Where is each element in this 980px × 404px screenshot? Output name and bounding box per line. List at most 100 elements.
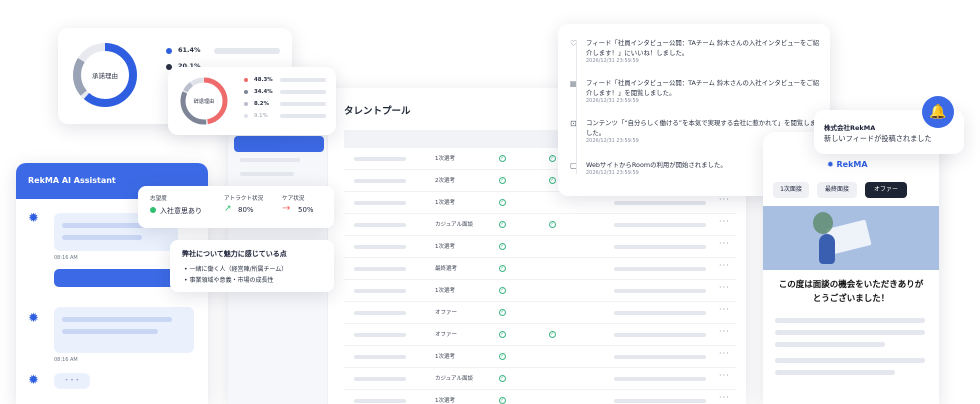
more-icon[interactable]: ···	[719, 327, 730, 336]
stage-label: オファー	[435, 332, 458, 338]
candidate-name-placeholder	[354, 311, 406, 315]
candidate-phone-view: ✹ RekMA 1次面接 最終面接 オファー この度は面談の機会をいただきありが…	[763, 132, 939, 404]
check-icon: ✓	[499, 353, 506, 360]
candidate-name-placeholder	[354, 157, 406, 161]
feed-time: 2026/12/31 23:59:59	[586, 98, 639, 104]
check-icon: ✓	[499, 265, 506, 272]
stage-label: 1次選考	[435, 200, 455, 206]
legend-dot	[166, 48, 172, 54]
tab-offer[interactable]: オファー	[865, 182, 907, 198]
list-item-text: 一緒に働く人（経営陣/所属チーム）	[189, 266, 288, 273]
table-row[interactable]: カジュアル面談 ✓ ✓ ···	[344, 214, 736, 236]
text-line	[775, 342, 885, 347]
more-icon[interactable]: ···	[719, 195, 730, 204]
candidate-name-placeholder	[354, 223, 406, 227]
status-value: 80%	[238, 206, 254, 214]
legend-value: 34.4%	[254, 89, 273, 95]
table-row[interactable]: 1次選考 ✓ ···	[344, 390, 736, 404]
brand-logo: ✹ RekMA	[827, 160, 868, 169]
bell-icon[interactable]: 🔔	[922, 96, 954, 128]
row-placeholder	[614, 289, 706, 293]
sidebar-item[interactable]	[240, 172, 294, 176]
hero-image	[763, 206, 939, 270]
more-icon[interactable]: ···	[719, 283, 730, 292]
check-icon: ✓	[499, 397, 506, 404]
notification-company: 株式会社RekMA	[824, 124, 876, 132]
table-row[interactable]: 1次選考 ✓ ···	[344, 346, 736, 368]
more-icon[interactable]: ···	[719, 371, 730, 380]
more-icon[interactable]: ···	[719, 305, 730, 314]
bot-message-bubble	[54, 307, 194, 353]
feed-time: 2026/12/31 23:59:59	[586, 170, 639, 176]
stage-label: オファー	[435, 310, 458, 316]
stage-label: 1次選考	[435, 244, 455, 250]
table-row[interactable]: 1次選考 ✓ ···	[344, 236, 736, 258]
row-placeholder	[614, 223, 706, 227]
candidate-name-placeholder	[354, 245, 406, 249]
tab-final-interview[interactable]: 最終面接	[817, 182, 857, 198]
table-row[interactable]: オファー ✓ ✓ ···	[344, 324, 736, 346]
stage-label: カジュアル面談	[435, 222, 473, 228]
status-label: ケア状況	[282, 196, 305, 202]
page-title: タレントプール	[344, 106, 411, 117]
more-icon[interactable]: ···	[719, 393, 730, 402]
more-icon[interactable]: ···	[719, 261, 730, 270]
sidebar-item[interactable]	[240, 158, 300, 162]
table-row[interactable]: 最終選考 ✓ ···	[344, 258, 736, 280]
status-label: アトラクト状況	[224, 196, 264, 202]
candidate-name-placeholder	[354, 289, 406, 293]
legend-dot	[244, 114, 248, 118]
more-icon[interactable]: ···	[719, 217, 730, 226]
donut-center-label: 辞退理由	[193, 99, 215, 105]
stage-label: 1次選考	[435, 354, 455, 360]
feed-time: 2026/12/31 23:59:59	[586, 138, 639, 144]
check-icon: ✓	[549, 331, 556, 338]
tab-first-interview[interactable]: 1次面接	[773, 182, 809, 198]
feed-text: フィード「社員インタビュー公開：TAチーム 鈴木さんの入社インタビューをご紹介し…	[586, 79, 820, 97]
brand-name: RekMA	[836, 160, 868, 169]
row-placeholder	[614, 201, 706, 205]
bot-avatar: ✹	[28, 373, 39, 388]
candidate-name-placeholder	[354, 179, 406, 183]
stage-label: 1次選考	[435, 398, 455, 404]
more-icon[interactable]: ···	[719, 349, 730, 358]
offer-headline: この度は面談の機会をいただきありがとうございました！	[778, 280, 924, 304]
stage-label: 2次選考	[435, 178, 455, 184]
legend-value: 48.3%	[254, 77, 273, 83]
table-row[interactable]: 1次選考 ✓ ···	[344, 280, 736, 302]
legend-bar	[280, 102, 326, 106]
legend-value: 61.4%	[178, 46, 201, 54]
candidate-name-placeholder	[354, 399, 406, 403]
legend-bar	[280, 90, 326, 94]
check-icon: ✓	[499, 177, 506, 184]
text-line	[775, 330, 925, 335]
feed-time: 2026/12/31 23:59:59	[586, 58, 639, 64]
candidate-name-placeholder	[354, 377, 406, 381]
check-icon: ✓	[499, 243, 506, 250]
card-title: 弊社について魅力に感じている点	[182, 250, 287, 258]
check-icon: ✓	[549, 221, 556, 228]
legend-value: 9.1%	[254, 113, 268, 119]
stage-label: 1次選考	[435, 156, 455, 162]
check-icon: ✓	[549, 177, 556, 184]
attraction-points-card: 弊社について魅力に感じている点 • 一緒に働く人（経営陣/所属チーム） • 事業…	[170, 240, 334, 292]
check-icon: ✓	[499, 155, 506, 162]
text-line	[775, 358, 925, 363]
more-icon[interactable]: ···	[719, 239, 730, 248]
check-icon: ✓	[499, 375, 506, 382]
candidate-name-placeholder	[354, 355, 406, 359]
legend-bar	[214, 48, 280, 54]
list-item: • 事業領域や意義・市場の成長性	[184, 277, 274, 284]
text-line	[775, 370, 895, 375]
table-row[interactable]: カジュアル面談 ✓ ···	[344, 368, 736, 390]
table-row[interactable]: オファー ✓ ···	[344, 302, 736, 324]
notification-message: 新しいフィードが投稿されました	[824, 134, 932, 143]
sidebar-item-active[interactable]	[234, 136, 324, 152]
stage-label: 最終選考	[435, 266, 458, 272]
feed-text: フィード「社員インタビュー公開：TAチーム 鈴木さんの入社インタビューをご紹介し…	[586, 39, 820, 57]
status-value: 50%	[298, 206, 314, 214]
status-label: 志望度	[150, 196, 167, 202]
check-icon: ✓	[549, 155, 556, 162]
row-placeholder	[614, 245, 706, 249]
list-item-text: 事業領域や意義・市場の成長性	[189, 277, 274, 284]
